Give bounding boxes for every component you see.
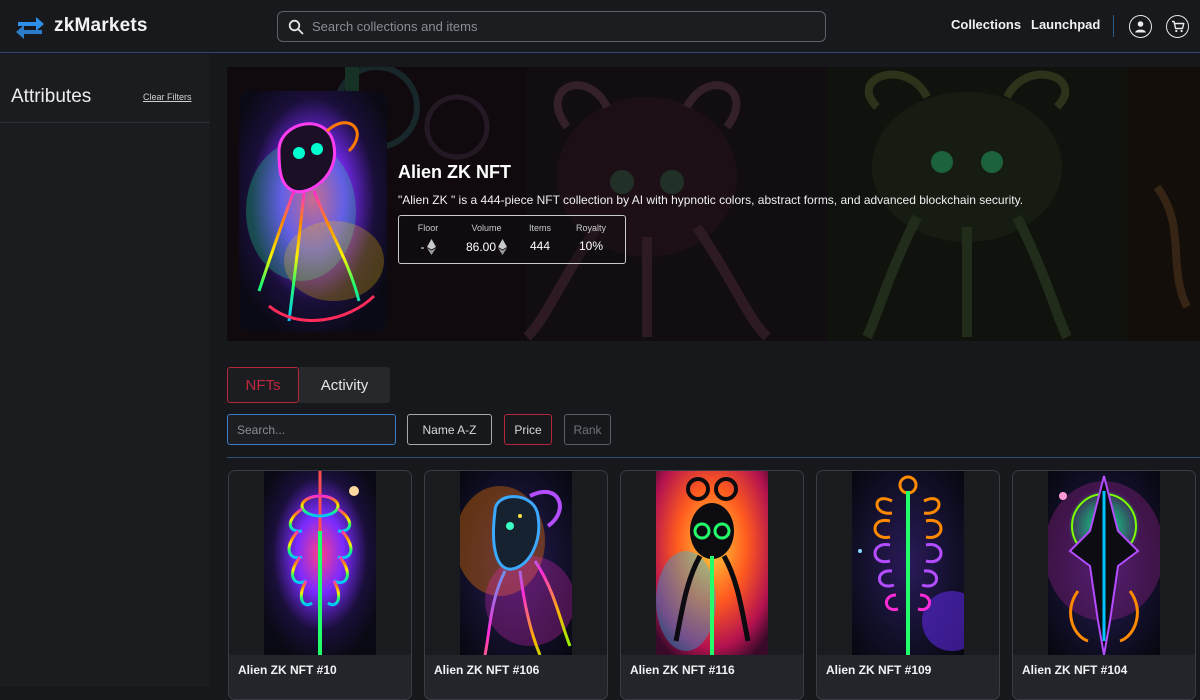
nft-image	[817, 471, 999, 655]
stat-floor-value: -	[420, 240, 425, 254]
cart-icon	[1171, 20, 1184, 33]
collection-title: Alien ZK NFT	[398, 162, 511, 182]
tab-activity[interactable]: Activity	[299, 367, 390, 403]
nft-artwork	[1048, 471, 1160, 655]
nft-image	[229, 471, 411, 655]
nft-artwork	[264, 471, 376, 655]
account-button[interactable]	[1129, 15, 1152, 38]
eth-icon	[498, 239, 508, 255]
stat-volume-label: Volume	[471, 223, 502, 233]
nft-name: Alien ZK NFT #116	[630, 663, 735, 677]
nav-link-launchpad[interactable]: Launchpad	[1031, 17, 1100, 32]
swap-arrows-icon	[16, 17, 44, 39]
stat-items: Items 444	[523, 223, 557, 253]
nft-artwork	[656, 471, 768, 655]
nav-link-collections[interactable]: Collections	[951, 17, 1021, 32]
nft-artwork	[460, 471, 572, 655]
sidebar-header: Attributes Clear Filters	[0, 54, 210, 123]
stat-royalty: Royalty 10%	[569, 223, 613, 253]
items-search-input[interactable]	[227, 414, 396, 445]
brand-logo[interactable]: zkMarkets	[14, 12, 148, 40]
cart-button[interactable]	[1166, 15, 1189, 38]
collection-description: "Alien ZK " is a 444-piece NFT collectio…	[398, 193, 1024, 207]
stat-floor: Floor -	[409, 223, 447, 255]
nft-name: Alien ZK NFT #109	[826, 663, 932, 677]
sort-rank-button[interactable]: Rank	[564, 414, 611, 445]
collection-avatar-art	[239, 91, 387, 332]
section-divider	[227, 457, 1200, 458]
nft-name: Alien ZK NFT #104	[1022, 663, 1128, 677]
nft-image	[425, 471, 607, 655]
sort-name-button[interactable]: Name A-Z	[407, 414, 492, 445]
brand-name: zkMarkets	[54, 15, 148, 36]
stat-volume-value: 86.00	[465, 240, 497, 254]
sidebar-title: Attributes	[11, 86, 92, 107]
nft-image	[621, 471, 803, 655]
collection-stats: Floor - Volume 86.00 Items 444 Royalty 1…	[398, 215, 626, 264]
nft-card[interactable]: Alien ZK NFT #106	[424, 470, 608, 700]
top-nav: zkMarkets Collections Launchpad	[0, 0, 1200, 53]
stat-volume: Volume 86.00	[459, 223, 514, 255]
global-search[interactable]	[277, 11, 826, 42]
user-icon	[1135, 21, 1146, 33]
nft-card[interactable]: Alien ZK NFT #104	[1012, 470, 1196, 700]
nft-name: Alien ZK NFT #106	[434, 663, 540, 677]
nft-image	[1013, 471, 1195, 655]
stat-royalty-label: Royalty	[575, 223, 606, 233]
nft-card[interactable]: Alien ZK NFT #10	[228, 470, 412, 700]
nav-divider	[1113, 15, 1114, 37]
sort-price-button[interactable]: Price	[504, 414, 552, 445]
collection-thumbnail	[239, 91, 387, 332]
nft-artwork	[852, 471, 964, 655]
nft-name: Alien ZK NFT #10	[238, 663, 337, 677]
search-icon	[288, 19, 304, 34]
nft-card[interactable]: Alien ZK NFT #109	[816, 470, 1000, 700]
stat-items-value: 444	[529, 239, 551, 253]
eth-icon	[426, 239, 436, 255]
tab-nfts[interactable]: NFTs	[227, 367, 299, 403]
stat-items-label: Items	[528, 223, 551, 233]
stat-royalty-value: 10%	[578, 239, 604, 253]
clear-filters-link[interactable]: Clear Filters	[143, 92, 192, 102]
nft-card[interactable]: Alien ZK NFT #116	[620, 470, 804, 700]
attributes-sidebar: Attributes Clear Filters	[0, 54, 210, 687]
global-search-input[interactable]	[312, 19, 812, 34]
stat-floor-label: Floor	[417, 223, 439, 233]
